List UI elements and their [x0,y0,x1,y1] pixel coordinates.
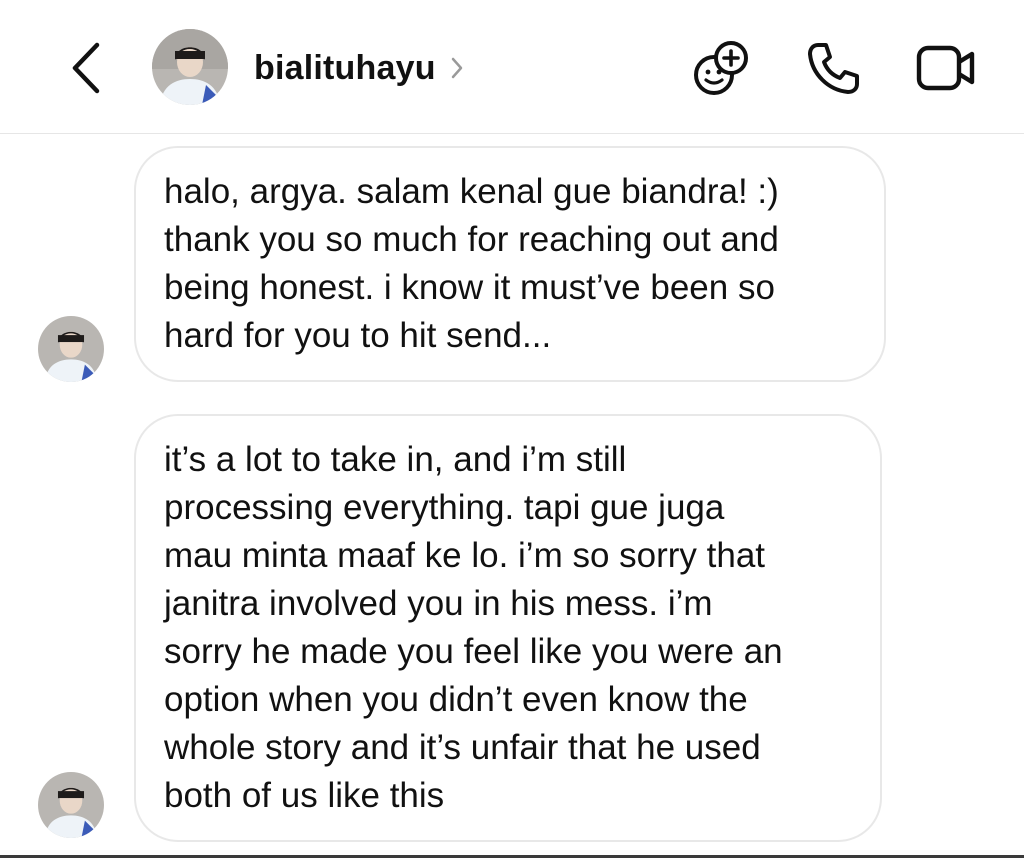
avatar[interactable] [152,29,228,105]
avatar[interactable] [38,316,104,382]
profile-photo [38,316,104,382]
profile-link[interactable]: bialituhayu [254,44,464,92]
message-bubble[interactable]: halo, argya. salam kenal gue biandra! :)… [134,146,886,382]
profile-photo [38,772,104,838]
phone-icon [808,43,859,94]
avatar[interactable] [38,772,104,838]
effects-button[interactable] [690,38,754,98]
video-call-button[interactable] [914,38,978,98]
chevron-left-icon [72,42,100,94]
audio-call-button[interactable] [801,38,865,98]
profile-photo [152,29,228,105]
back-button[interactable] [60,38,112,98]
video-camera-icon [916,45,975,91]
message-thread[interactable]: halo, argya. salam kenal gue biandra! :)… [0,134,1024,858]
message-bubble[interactable]: it’s a lot to take in, and i’m still pro… [134,414,882,842]
chat-username: bialituhayu [254,48,436,87]
chevron-right-icon [450,56,464,80]
chat-header: bialituhayu [0,0,1024,134]
sticker-add-icon [694,41,748,95]
